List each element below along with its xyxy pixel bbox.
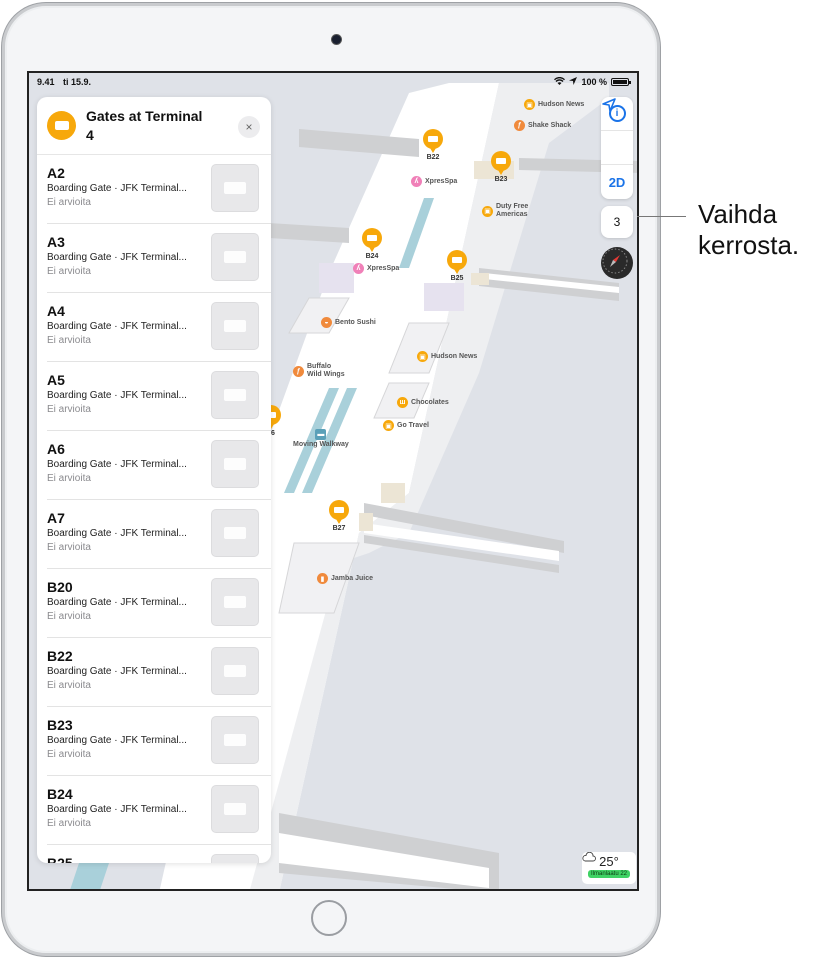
walkway-icon: ▬ [315,429,327,440]
gate-thumbnail [211,716,259,764]
callout-line-1: Vaihda [698,199,778,229]
bag-icon: ▣ [383,420,394,431]
poi-hudson-news-2[interactable]: ▣ Hudson News [417,351,477,362]
ticket-icon [224,596,246,608]
poi-shake-shack[interactable]: ƒ Shake Shack [514,120,571,131]
gate-thumbnail [211,233,259,281]
gate-pin[interactable]: B24 [360,228,384,260]
front-camera [332,35,341,44]
fork-knife-icon: ƒ [514,120,525,131]
gate-thumbnail [211,440,259,488]
ticket-icon [224,803,246,815]
ticket-icon [224,182,246,194]
battery-icon [611,78,631,86]
basket-icon: ш [397,397,408,408]
close-button[interactable]: × [238,116,260,138]
gate-category-icon [47,111,76,140]
ticket-icon [224,458,246,470]
bag-icon: ▣ [417,351,428,362]
callout-text: Vaihda kerrosta. [698,199,799,261]
home-button[interactable] [311,900,347,936]
gate-thumbnail [211,578,259,626]
status-bar: 9.41 ti 15.9. 100 % [29,73,637,91]
callout-line-2: kerrosta. [698,230,800,260]
poi-xpresspa-2[interactable]: ʎ XpresSpa [353,263,399,274]
ticket-icon [452,257,462,263]
gate-list-item[interactable]: A5 Boarding Gate · JFK Terminal... Ei arvi… [37,362,271,431]
gate-pin[interactable]: B22 [421,129,445,161]
cup-icon: ▮ [317,573,328,584]
callout-line [637,216,686,217]
poi-chocolates[interactable]: ш Chocolates [397,397,449,408]
compass-icon [602,248,628,274]
poi-bento-sushi[interactable]: ◒ Bento Sushi [321,317,376,328]
compass-button[interactable] [601,247,633,279]
spa-icon: ʎ [353,263,364,274]
ticket-icon [224,527,246,539]
ticket-icon [334,507,344,513]
panel-title: Gates at Terminal 4 [86,107,203,143]
gate-list-item[interactable]: A4 Boarding Gate · JFK Terminal... Ei arvi… [37,293,271,362]
air-quality-badge: Ilmanlaatu 22 [587,870,631,878]
2d-toggle-button[interactable]: 2D [601,165,633,199]
gate-pin[interactable]: B25 [445,250,469,282]
gate-thumbnail [211,371,259,419]
poi-moving-walkway[interactable]: ▬ Moving Walkway [293,429,349,449]
gate-thumbnail [211,647,259,695]
fork-knife-icon: ƒ [293,365,304,377]
screen: B22 B23 B24 B25 B27 26 [27,71,639,891]
poi-duty-free-americas[interactable]: ▣ Duty Free Americas [482,203,540,219]
status-date: ti 15.9. [63,77,92,87]
gate-list[interactable]: A2 Boarding Gate · JFK Terminal... Ei arvi… [37,155,271,863]
battery-percent: 100 % [581,77,607,87]
poi-jamba-juice[interactable]: ▮ Jamba Juice [317,573,373,584]
gates-panel: Gates at Terminal 4 × A2 Boarding Gate · … [37,97,271,863]
gate-thumbnail [211,164,259,212]
ticket-icon [428,136,438,142]
poi-buffalo-wild-wings[interactable]: ƒ Buffalo Wild Wings [293,363,347,379]
sushi-icon: ◒ [321,317,332,328]
poi-go-travel[interactable]: ▣ Go Travel [383,420,429,431]
location-arrow-icon [602,98,616,112]
gate-thumbnail [211,302,259,350]
ticket-icon [224,665,246,677]
gate-list-item[interactable]: A2 Boarding Gate · JFK Terminal... Ei arvi… [37,155,271,224]
gate-list-item[interactable]: B25 [37,845,271,863]
gate-list-item[interactable]: B24 Boarding Gate · JFK Terminal... Ei arv… [37,776,271,845]
gate-pin[interactable]: B27 [327,500,351,532]
gate-list-item[interactable]: A6 Boarding Gate · JFK Terminal... Ei arvi… [37,431,271,500]
weather-widget[interactable]: 25° Ilmanlaatu 22 [582,852,636,884]
ticket-icon [496,158,506,164]
gate-thumbnail [211,509,259,557]
bag-icon: ▣ [482,205,493,217]
poi-xpresspa[interactable]: ʎ XpresSpa [411,176,457,187]
ticket-icon [367,235,377,241]
map-controls: i 2D [601,97,633,199]
gate-list-item[interactable]: B22 Boarding Gate · JFK Terminal... Ei arv… [37,638,271,707]
gate-list-item[interactable]: A3 Boarding Gate · JFK Terminal... Ei arvi… [37,224,271,293]
ipad-frame: B22 B23 B24 B25 B27 26 [2,3,660,956]
poi-hudson-news[interactable]: ▣ Hudson News [524,99,584,110]
bag-icon: ▣ [524,99,535,110]
wifi-icon [554,76,566,88]
location-services-icon [569,77,578,87]
gate-pin[interactable]: B23 [489,151,513,183]
gate-list-item[interactable]: B23 Boarding Gate · JFK Terminal... Ei arv… [37,707,271,776]
ticket-icon [224,320,246,332]
temperature: 25° [599,854,619,869]
gate-list-item[interactable]: A7 Boarding Gate · JFK Terminal... Ei arvi… [37,500,271,569]
ticket-icon [224,251,246,263]
floor-selector-button[interactable]: 3 [601,206,633,238]
ticket-icon [224,734,246,746]
location-button[interactable] [601,98,633,165]
status-time: 9.41 [37,77,55,87]
spa-icon: ʎ [411,176,422,187]
panel-header: Gates at Terminal 4 × [37,97,271,155]
cloud-icon [582,852,596,862]
gate-list-item[interactable]: B20 Boarding Gate · JFK Terminal... Ei arv… [37,569,271,638]
gate-thumbnail [211,854,259,863]
gate-thumbnail [211,785,259,833]
ticket-icon [224,389,246,401]
